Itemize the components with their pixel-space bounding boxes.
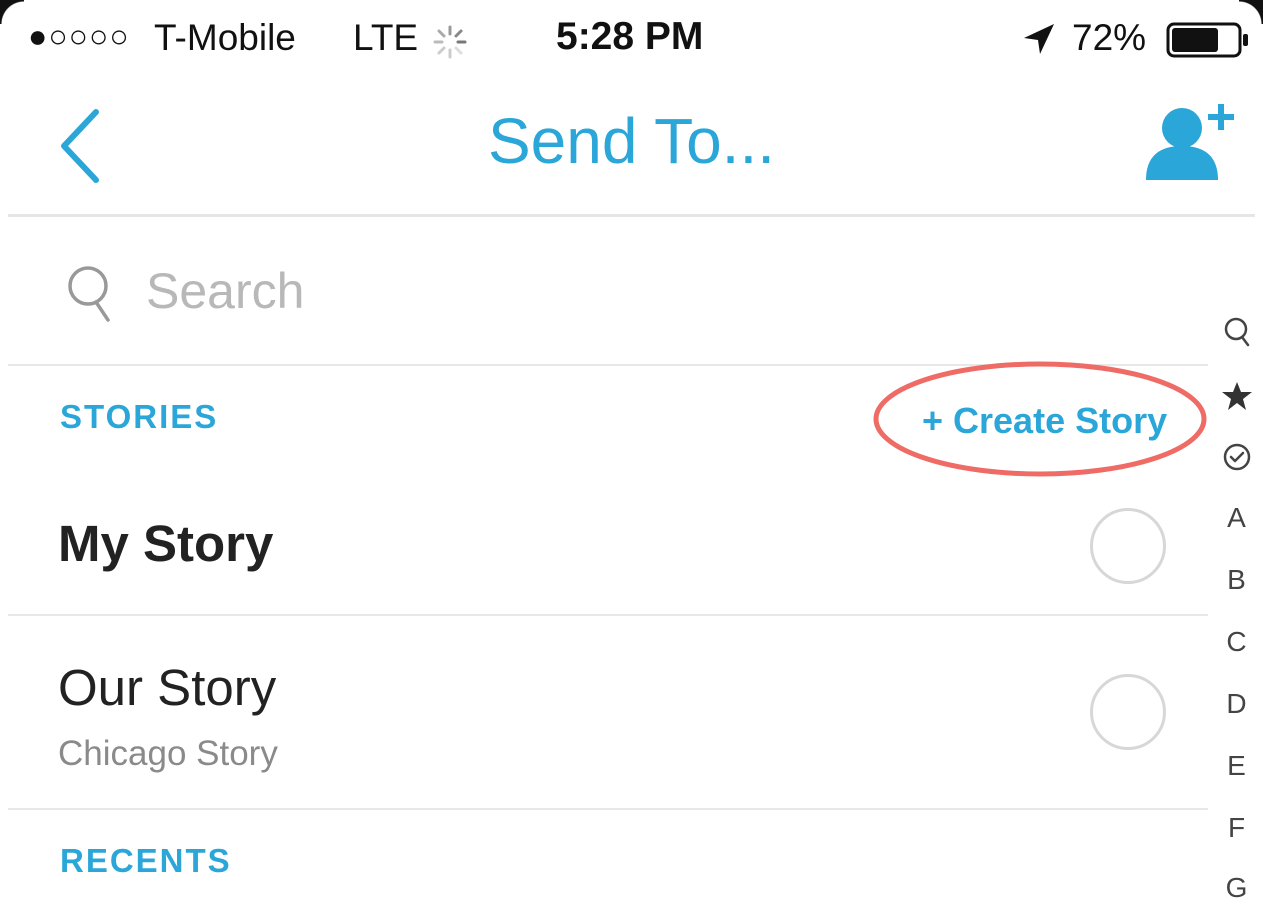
stories-section-label: STORIES [60, 398, 219, 435]
row-divider [8, 808, 1208, 810]
battery-icon [1166, 22, 1248, 58]
story-row-our-story[interactable]: Our Story Chicago Story [0, 616, 1210, 808]
story-row-my-story[interactable]: My Story [0, 480, 1210, 614]
story-subtitle: Chicago Story [58, 734, 278, 773]
index-letter[interactable]: B [1210, 564, 1263, 596]
carrier-name: T-Mobile [154, 17, 296, 58]
index-search-icon[interactable] [1210, 316, 1263, 348]
status-bar: ●○○○○ T-Mobile LTE 5:28 PM 72% [0, 0, 1263, 74]
status-time: 5:28 PM [556, 15, 704, 58]
select-circle[interactable] [1090, 508, 1166, 584]
story-title: Our Story [58, 659, 277, 716]
recents-section-label: RECENTS [60, 842, 232, 879]
select-circle[interactable] [1090, 674, 1166, 750]
search-icon [68, 266, 110, 322]
index-letter[interactable]: F [1210, 812, 1263, 844]
create-story-button[interactable]: + Create Story [922, 400, 1167, 442]
index-letter[interactable]: C [1210, 626, 1263, 658]
location-arrow-icon [1024, 24, 1054, 54]
index-clock-check-icon[interactable] [1210, 442, 1263, 472]
section-index-bar: A B C D E F G [1210, 310, 1263, 906]
nav-header: Send To... [0, 74, 1263, 216]
story-title: My Story [58, 515, 274, 572]
network-type: LTE [353, 17, 419, 58]
search-input[interactable] [146, 254, 1046, 328]
spinner-icon [433, 25, 467, 59]
add-friend-icon[interactable] [1140, 98, 1240, 184]
search-bar [0, 218, 1263, 364]
send-to-screen: ●○○○○ T-Mobile LTE 5:28 PM 72% Send To..… [0, 0, 1263, 906]
index-letter[interactable]: E [1210, 750, 1263, 782]
index-letter[interactable]: A [1210, 502, 1263, 534]
search-divider [8, 364, 1208, 366]
page-title: Send To... [487, 105, 776, 177]
header-divider [8, 214, 1255, 217]
index-star-icon[interactable] [1210, 380, 1263, 412]
battery-percent: 72% [1072, 17, 1147, 58]
signal-strength: ●○○○○ [28, 18, 130, 54]
index-letter[interactable]: G [1210, 872, 1263, 904]
index-letter[interactable]: D [1210, 688, 1263, 720]
